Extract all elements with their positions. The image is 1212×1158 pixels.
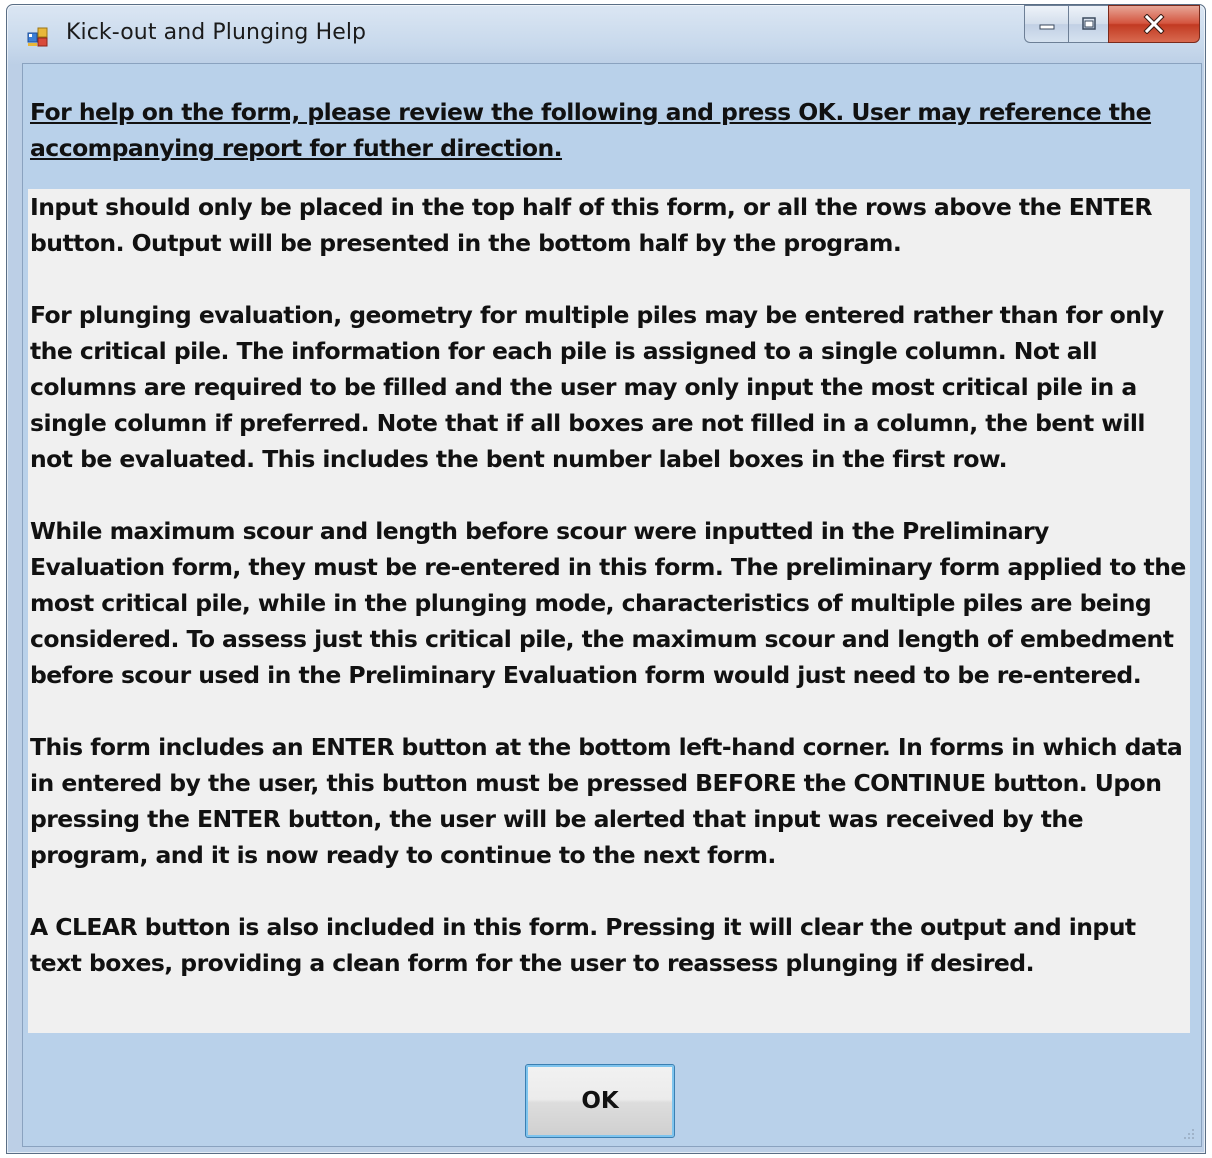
minimize-icon [1039,24,1054,30]
help-paragraph: For plunging evaluation, geometry for mu… [30,301,1164,473]
maximize-icon [1081,17,1096,30]
help-paragraph: A CLEAR button is also included in this … [30,913,1136,977]
minimize-button[interactable] [1024,5,1068,43]
maximize-button[interactable] [1068,5,1108,43]
help-text-panel: Input should only be placed in the top h… [28,189,1190,1033]
window-controls [1024,5,1200,43]
dialog-client-area: For help on the form, please review the … [22,63,1202,1147]
help-header: For help on the form, please review the … [30,98,1152,162]
resize-grip-icon[interactable] [1181,1126,1195,1140]
help-paragraph: This form includes an ENTER button at th… [30,733,1183,869]
close-icon [1143,14,1165,34]
title-bar[interactable]: Kick-out and Plunging Help [7,5,1205,63]
app-icon [27,27,48,47]
close-button[interactable] [1108,5,1200,43]
help-window: Kick-out and Plunging Help For help on t… [6,4,1206,1154]
help-paragraph: While maximum scour and length before sc… [30,517,1186,689]
ok-button[interactable]: OK [525,1064,675,1138]
window-title: Kick-out and Plunging Help [66,20,367,45]
help-paragraph: Input should only be placed in the top h… [30,193,1152,257]
